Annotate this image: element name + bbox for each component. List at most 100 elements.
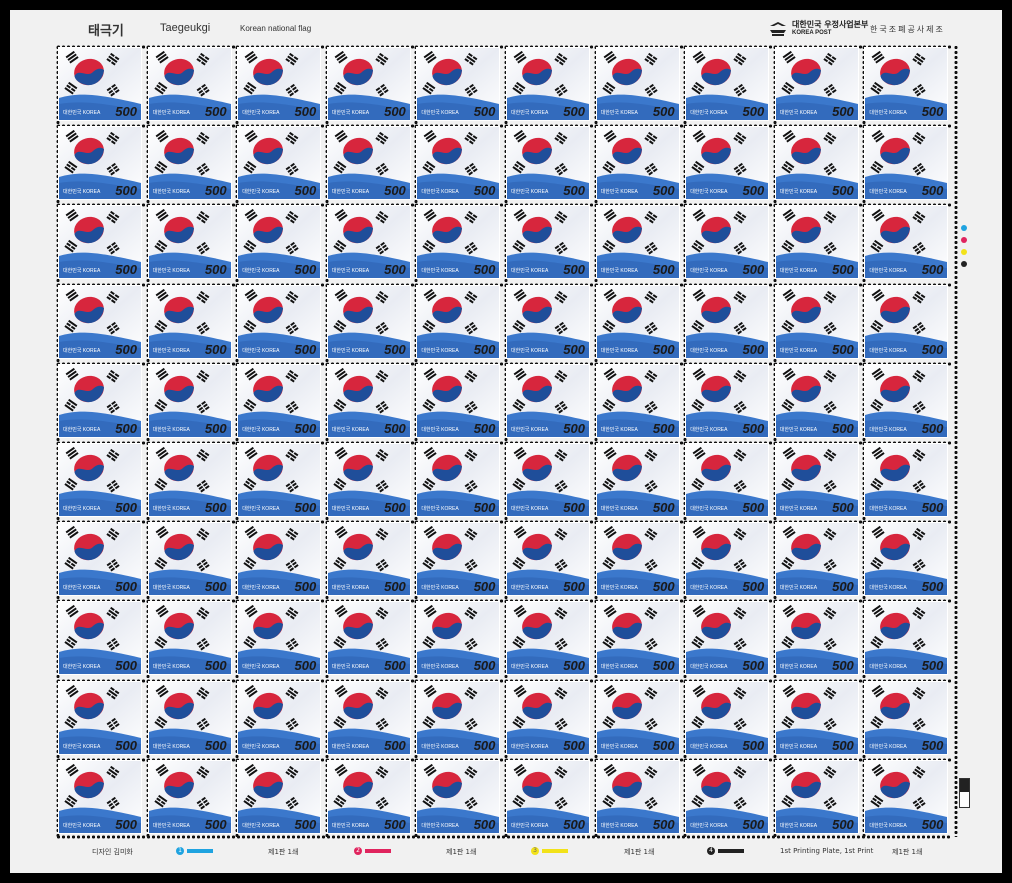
stamp: 대한민국 KOREA 500 (686, 523, 769, 596)
stamp-denomination: 500 (204, 420, 227, 436)
stamp-country: 대한민국 KOREA (63, 268, 101, 275)
stamp-cell: 대한민국 KOREA 500 (772, 678, 863, 758)
stamp: 대한민국 KOREA 500 (417, 681, 500, 754)
stamp-denomination: 500 (204, 500, 227, 515)
stamp-country: 대한민국 KOREA (421, 743, 459, 750)
stamp-denomination: 500 (473, 420, 496, 436)
stamp-cell: 대한민국 KOREA 500 (414, 441, 504, 521)
stamp: 대한민국 KOREA 500 (238, 681, 321, 754)
stamp: 대한민국 KOREA 500 (148, 602, 231, 675)
stamp-cell: 대한민국 KOREA 500 (145, 124, 236, 204)
stamp-cell: 대한민국 KOREA 500 (862, 757, 952, 837)
stamp-country: 대한민국 KOREA (869, 426, 907, 433)
stamp: 대한민국 KOREA 500 (775, 444, 858, 516)
stamp-cell: 대한민국 KOREA 500 (504, 282, 594, 362)
stamp-country: 대한민국 KOREA (242, 426, 280, 433)
stamp-denomination: 500 (473, 579, 496, 595)
magenta-bar (365, 849, 391, 853)
stamp-denomination: 500 (921, 500, 944, 515)
stamp-cell: 대한민국 KOREA 500 (772, 45, 863, 125)
stamp-country: 대한민국 KOREA (421, 110, 459, 116)
stamp-country: 대한민국 KOREA (511, 268, 549, 275)
stamp: 대한민국 KOREA 500 (238, 364, 321, 437)
stamp-cell: 대한민국 KOREA 500 (504, 361, 594, 441)
stamp: 대한민국 KOREA 500 (775, 602, 858, 675)
stamp-country: 대한민국 KOREA (152, 585, 190, 592)
stamp: 대한민국 KOREA 500 (507, 523, 589, 596)
stamp-denomination: 500 (384, 579, 406, 595)
stamp-country: 대한민국 KOREA (242, 664, 280, 671)
stamp-cell: 대한민국 KOREA 500 (235, 361, 325, 441)
stamp: 대한민국 KOREA 500 (507, 760, 589, 833)
stamp: 대한민국 KOREA 500 (417, 206, 500, 279)
stamp-denomination: 500 (832, 262, 854, 278)
stamp: 대한민국 KOREA 500 (596, 523, 679, 596)
stamp-country: 대한민국 KOREA (690, 822, 728, 829)
stamp-denomination: 500 (294, 183, 317, 199)
stamp-denomination: 500 (742, 658, 765, 674)
stamp-country: 대한민국 KOREA (600, 426, 638, 433)
stamp: 대한민국 KOREA 500 (327, 760, 410, 833)
margin-tab (959, 778, 970, 808)
stamp: 대한민국 KOREA 500 (327, 364, 410, 437)
stamp-country: 대한민국 KOREA (600, 110, 638, 116)
stamp: 대한민국 KOREA 500 (507, 48, 589, 120)
stamp: 대한민국 KOREA 500 (686, 48, 769, 120)
stamp-country: 대한민국 KOREA (779, 506, 818, 512)
stamp-cell: 대한민국 KOREA 500 (772, 757, 863, 837)
stamp-country: 대한민국 KOREA (690, 268, 728, 275)
stamp: 대한민국 KOREA 500 (686, 602, 769, 675)
stamp-country: 대한민국 KOREA (779, 664, 818, 671)
stamp-country: 대한민국 KOREA (242, 743, 280, 750)
stamp-country: 대한민국 KOREA (152, 664, 190, 671)
plate-2-number: 2 (354, 847, 362, 855)
stamp-country: 대한민국 KOREA (331, 110, 370, 116)
stamp-cell: 대한민국 KOREA 500 (324, 124, 415, 204)
stamp: 대한민국 KOREA 500 (596, 364, 679, 437)
stamp-denomination: 500 (832, 816, 854, 832)
stamp-cell: 대한민국 KOREA 500 (56, 441, 146, 521)
stamp-country: 대한민국 KOREA (421, 664, 459, 671)
stamp-cell: 대한민국 KOREA 500 (683, 441, 773, 521)
print-label-4: 제1판 1쇄 (892, 848, 923, 856)
stamp-denomination: 500 (294, 579, 317, 595)
stamp-denomination: 500 (742, 183, 765, 199)
stamp-denomination: 500 (384, 262, 406, 278)
stamp-country: 대한민국 KOREA (63, 347, 101, 354)
stamp-cell: 대한민국 KOREA 500 (324, 441, 415, 521)
stamp-country: 대한민국 KOREA (779, 743, 818, 750)
stamp-denomination: 500 (921, 579, 944, 595)
stamp-denomination: 500 (921, 816, 944, 832)
stamp-country: 대한민국 KOREA (63, 822, 101, 829)
stamp-cell: 대한민국 KOREA 500 (593, 678, 684, 758)
stamp-denomination: 500 (832, 341, 854, 357)
sheet-subtitle: Korean national flag (240, 24, 312, 33)
stamp-denomination: 500 (204, 579, 227, 595)
stamp-country: 대한민국 KOREA (242, 822, 280, 829)
stamp: 대한민국 KOREA 500 (865, 48, 948, 120)
stamp: 대한민국 KOREA 500 (148, 206, 231, 279)
stamp-country: 대한민국 KOREA (869, 664, 907, 671)
stamp-cell: 대한민국 KOREA 500 (145, 757, 236, 837)
stamp: 대한민국 KOREA 500 (507, 444, 589, 516)
stamp-denomination: 500 (832, 737, 854, 753)
stamp-cell: 대한민국 KOREA 500 (683, 361, 773, 441)
designer-credit: 디자인 김미화 (92, 848, 133, 856)
stamp: 대한민국 KOREA 500 (775, 364, 858, 437)
stamp-country: 대한민국 KOREA (869, 110, 907, 116)
stamp-country: 대한민국 KOREA (63, 585, 101, 592)
stamp-denomination: 500 (473, 500, 496, 515)
stamp-denomination: 500 (115, 500, 137, 515)
stamp-denomination: 500 (204, 104, 227, 119)
stamp: 대한민국 KOREA 500 (148, 364, 231, 437)
stamp-cell: 대한민국 KOREA 500 (235, 282, 325, 362)
stamp: 대한민국 KOREA 500 (775, 285, 858, 358)
stamp-denomination: 500 (921, 420, 944, 436)
stamp: 대한민국 KOREA 500 (865, 206, 948, 279)
stamp-country: 대한민국 KOREA (869, 585, 907, 592)
stamp-country: 대한민국 KOREA (331, 743, 370, 750)
black-bar (718, 849, 744, 853)
stamp-cell: 대한민국 KOREA 500 (235, 599, 325, 679)
stamp: 대한민국 KOREA 500 (596, 285, 679, 358)
stamp-denomination: 500 (473, 737, 496, 753)
